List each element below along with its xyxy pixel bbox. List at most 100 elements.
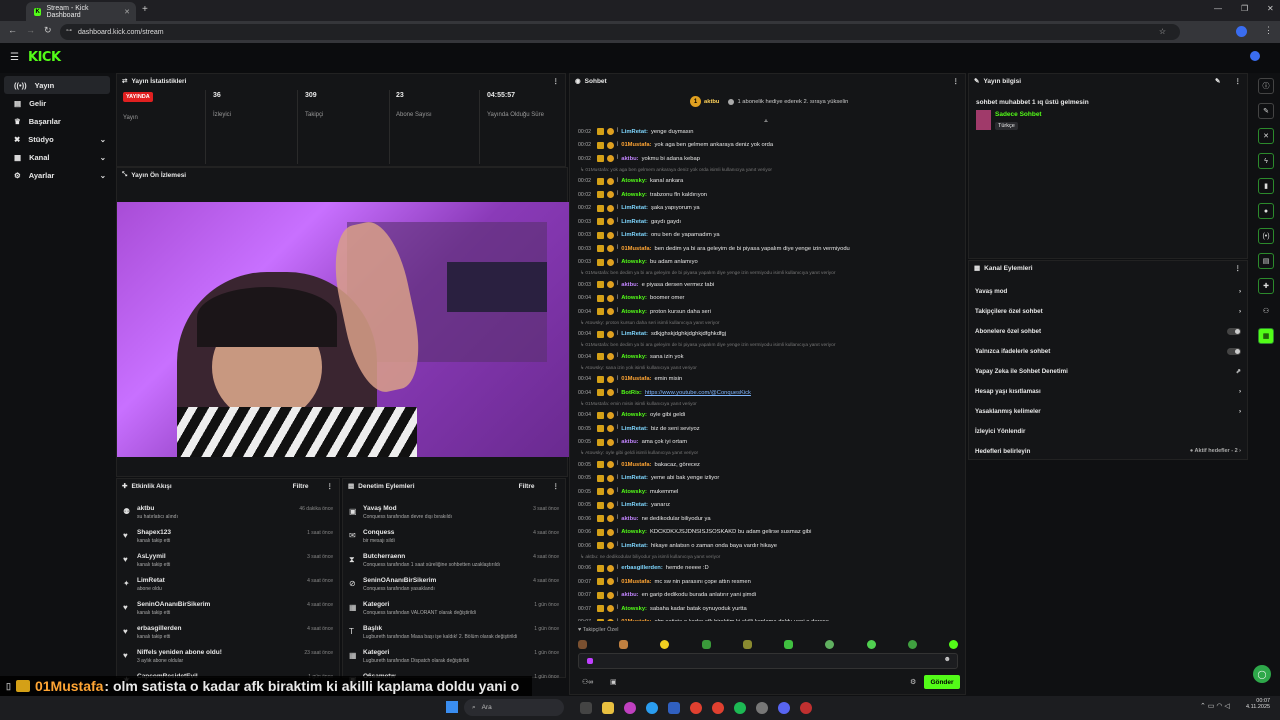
chat-message[interactable]: 00:05 ⦚ Atowsky: mukemmel [570, 485, 965, 499]
chat-message[interactable]: 00:05 ⦚ 01Mustafa: bakacaz, görecez [570, 458, 965, 472]
chat-username[interactable]: Atowsky: [621, 178, 647, 184]
users-icon[interactable]: ⚇ [1258, 303, 1274, 319]
wrench-icon[interactable]: ✚ [1258, 278, 1274, 294]
chat-username[interactable]: LimRetat: [621, 502, 648, 508]
chat-username[interactable]: 01Mustafa: [621, 579, 651, 585]
channel-action-item[interactable]: Takipçilere özel sohbet › [969, 301, 1247, 321]
channel-action-item[interactable]: Yalnızca ifadelerle sohbet [969, 341, 1247, 361]
chat-message[interactable]: 00:07 ⦚ 01Mustafa: mc sw nin parasını çope … [570, 575, 965, 589]
chat-message[interactable]: 00:02 ⦚ 01Mustafa: yok aga ben gelmem ankar… [570, 139, 965, 153]
chrome-icon[interactable] [690, 702, 702, 714]
edge-icon[interactable] [646, 702, 658, 714]
sidebar-item-basarilar[interactable]: ♛ Başarılar [4, 112, 110, 130]
kick-logo[interactable]: KICK [28, 50, 61, 65]
chat-message[interactable]: 00:04 ⦚ 01Mustafa: emin misin [570, 373, 965, 387]
support-chat-icon[interactable]: ◯ [1253, 665, 1271, 683]
lightning-icon[interactable]: ϟ [1258, 153, 1274, 169]
list-item[interactable]: ✉ Conquess bir mesajı sildi 4 saat önce [343, 527, 565, 551]
chat-message[interactable]: 00:07 ⦚01Mustafa: olm satista o kadar afk … [570, 616, 965, 621]
list-item[interactable]: ♥ erbasgillerden kanalı takip etti 4 saat ö… [117, 623, 339, 647]
url-field[interactable]: ⊶ dashboard.kick.com/stream ☆ [60, 24, 1180, 40]
chrome-profile-icon[interactable] [712, 702, 724, 714]
chat-username[interactable]: LimRetat: [621, 205, 648, 211]
chat-icon[interactable]: ● [1258, 203, 1274, 219]
chat-settings-icon[interactable]: ⚙ [910, 678, 916, 686]
copilot-icon[interactable] [624, 702, 636, 714]
chat-username[interactable]: Atowsky: [621, 529, 647, 535]
chat-username[interactable]: 01Mustafa: [621, 142, 651, 148]
emote-icon[interactable] [701, 639, 711, 649]
chat-message[interactable]: 00:03 ⦚ LimRetat: gaydı gaydı [570, 215, 965, 229]
list-item[interactable]: T Başlık Lugbureth tarafından Masa başı iş… [343, 623, 565, 647]
settings-icon[interactable] [756, 702, 768, 714]
emote-icon[interactable] [784, 639, 794, 649]
channel-action-item[interactable]: Hesap yaşı kısıtlaması › [969, 381, 1247, 401]
more-icon[interactable]: ⋮ [553, 482, 560, 490]
minimize-icon[interactable]: — [1214, 4, 1222, 13]
filter-button[interactable]: Filtre [519, 483, 535, 490]
emote-icon[interactable] [578, 639, 587, 649]
add-widget-icon[interactable]: ▦ [1258, 328, 1274, 344]
sidebar-item-ayarlar[interactable]: ⚙ Ayarlar ⌄ [4, 166, 110, 184]
sidebar-item-gelir[interactable]: ▤ Gelir [4, 94, 110, 112]
windows-start-icon[interactable] [446, 701, 458, 713]
chat-message[interactable]: 00:04 ⦚ BotRix: https://www.youtube.com/@Co… [570, 386, 965, 400]
clock[interactable]: 00:07 4.11.2025 [1246, 698, 1270, 710]
chat-message[interactable]: 00:04 ⦚ Atowsky: sana izin yok [570, 350, 965, 364]
store-icon[interactable] [668, 702, 680, 714]
chat-message[interactable]: 00:05 ⦚ LimRetat: yanarız [570, 499, 965, 513]
chat-username[interactable]: aktbu: [621, 516, 638, 522]
spotify-icon[interactable] [734, 702, 746, 714]
list-item[interactable]: ✦ LimRetat abone oldu 4 saat önce [117, 575, 339, 599]
chat-message[interactable]: 00:05 ⦚ aktbu: ama çok iyi ortam [570, 436, 965, 450]
chat-message[interactable]: 00:07 ⦚ Atowsky: sabaha kadar batak oynuyod… [570, 602, 965, 616]
list-item[interactable]: ⧗ Butcherraenn Conquess tarafından 1 saat … [343, 551, 565, 575]
chat-message[interactable]: 00:02 ⦚ LimRetat: yenge duymasın [570, 125, 965, 139]
chat-message[interactable]: 00:04 ⦚ Atowsky: proton kursun daha seri [570, 305, 965, 319]
chat-message[interactable]: 00:02 ⦚ aktbu: yokmu bi adana kebap [570, 152, 965, 166]
chat-username[interactable]: BotRix: [621, 390, 642, 396]
chat-message[interactable]: 00:06 ⦚ LimRetat: hikaye anlatsın o zaman o… [570, 539, 965, 553]
chat-username[interactable]: 01Mustafa: [621, 376, 651, 382]
chat-username[interactable]: Atowsky: [621, 354, 647, 360]
sidebar-item-yayin[interactable]: ((•)) Yayın [4, 76, 110, 94]
chat-username[interactable]: Atowsky: [621, 606, 647, 612]
chat-message[interactable]: 00:02 ⦚ LimRetat: şaka yapıyorum ya [570, 202, 965, 216]
taskbar-search[interactable]: ⌕ Ara [464, 699, 564, 716]
clipboard-icon[interactable]: ▮ [1258, 178, 1274, 194]
list-item[interactable]: ♥ AsLyymil kanalı takip etti 3 saat önce [117, 551, 339, 575]
chat-tools-icon[interactable]: ⚇∞ [582, 678, 593, 686]
chat-username[interactable]: LimRetat: [621, 331, 648, 337]
back-icon[interactable]: ← [8, 25, 17, 35]
chat-username[interactable]: Atowsky: [621, 309, 647, 315]
emote-icon[interactable] [660, 639, 670, 649]
chat-username[interactable]: Atowsky: [621, 489, 647, 495]
chat-username[interactable]: LimRetat: [621, 543, 648, 549]
send-button[interactable]: Gönder [924, 675, 960, 689]
discord-icon[interactable] [778, 702, 790, 714]
chat-username[interactable]: aktbu: [621, 439, 638, 445]
chat-username[interactable]: LimRetat: [621, 219, 648, 225]
close-window-icon[interactable]: ✕ [1267, 4, 1274, 13]
maximize-icon[interactable]: ❐ [1241, 4, 1248, 13]
chat-message[interactable]: 00:05 ⦚ LimRetat: yeme abi bak yenge izliyo… [570, 472, 965, 486]
list-item[interactable]: ▦ Kategori Lugbureth tarafından Dispatch o… [343, 647, 565, 671]
stream-preview-video[interactable] [117, 202, 569, 457]
emote-icon[interactable] [619, 639, 629, 649]
chat-username[interactable]: LimRetat: [621, 475, 648, 481]
channel-action-item[interactable]: İzleyici Yönlendir [969, 421, 1247, 441]
chat-username[interactable]: 01Mustafa: [621, 462, 651, 468]
chat-message[interactable]: 00:04 ⦚ LimRetat: sdkjghskjdghkjdghkjdfghkd… [570, 328, 965, 342]
emote-icon[interactable] [825, 639, 835, 649]
chat-message[interactable]: 00:06 ⦚ erbasgillerden: hemde neeee :D [570, 562, 965, 576]
list-item[interactable]: ⊘ SeninOAnanıBirSikerim Conquess tarafında… [343, 575, 565, 599]
profile-avatar[interactable] [1236, 26, 1247, 37]
chat-message[interactable]: 00:06 ⦚ aktbu: ne dedikodular biliyodur ya [570, 512, 965, 526]
chat-username[interactable]: Atowsky: [621, 295, 647, 301]
emote-icon[interactable] [742, 639, 752, 649]
chat-username[interactable]: aktbu: [621, 592, 638, 598]
chat-message[interactable]: 00:07 ⦚ aktbu: en garip dedikodu burada anl… [570, 589, 965, 603]
site-info-icon[interactable]: ⊶ [66, 27, 72, 34]
chat-message[interactable]: 00:03 ⦚ LimRetat: onu ben de yapamadım ya [570, 229, 965, 243]
pencil-icon[interactable]: ✎ [1258, 103, 1274, 119]
